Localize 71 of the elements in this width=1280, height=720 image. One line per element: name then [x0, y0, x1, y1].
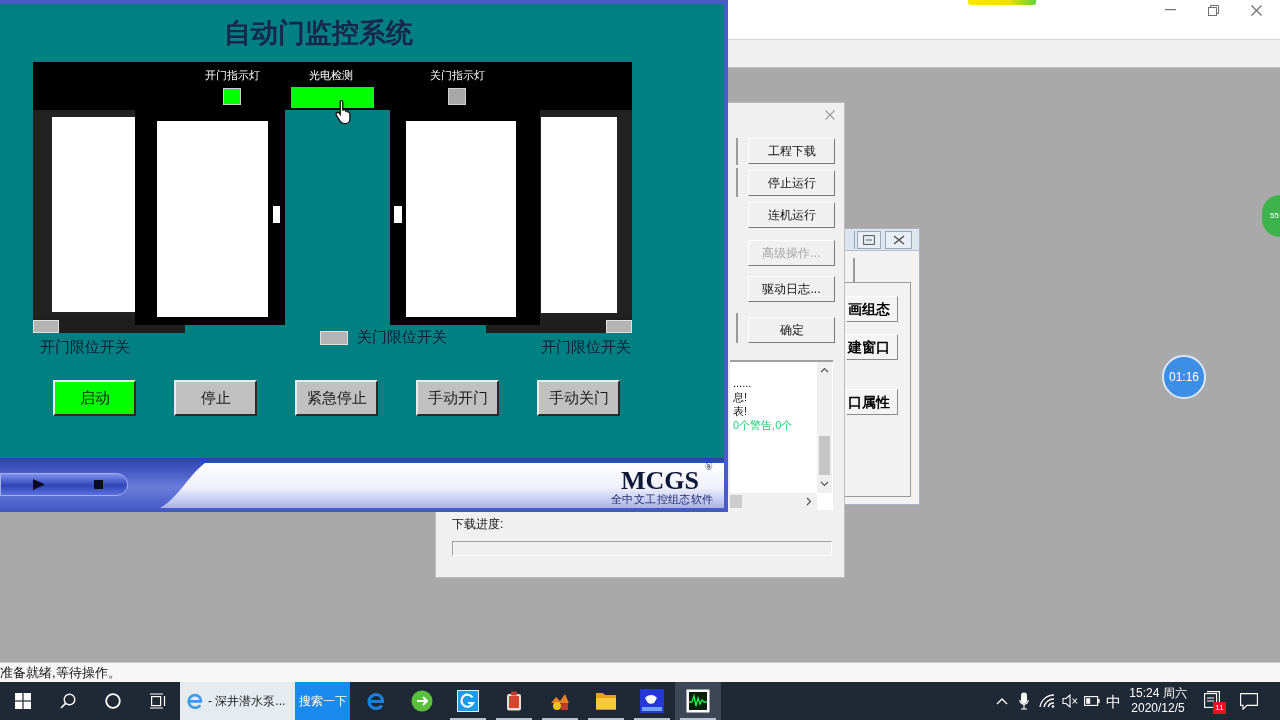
restore-icon[interactable]	[1208, 5, 1219, 16]
vertical-scrollbar[interactable]	[817, 362, 832, 493]
waveform-monitor-icon	[686, 689, 710, 713]
microphone-icon[interactable]	[1019, 692, 1029, 710]
driver-log-button[interactable]: 驱动日志...	[748, 276, 835, 302]
log-line: 0个警告,0个	[733, 418, 793, 432]
log-line: ......	[733, 376, 752, 390]
window-properties-button[interactable]: 口属性	[846, 389, 898, 415]
mouse-tile-icon	[640, 689, 664, 713]
search-button[interactable]: 搜索一下	[295, 682, 350, 720]
screen-title: 自动门监控系统	[224, 17, 413, 49]
connect-run-button[interactable]: 连机运行	[748, 202, 835, 228]
download-project-button[interactable]: 工程下载	[748, 138, 835, 164]
log-line: 息!	[733, 390, 748, 404]
manual-close-button[interactable]: 手动关门	[537, 380, 620, 416]
hand-cursor-icon	[335, 99, 353, 125]
play-icon[interactable]	[33, 479, 45, 490]
minimize-icon[interactable]	[1165, 9, 1176, 11]
folder-icon	[595, 692, 617, 710]
stop-run-button[interactable]: 停止运行	[748, 170, 835, 196]
input-method-indicator[interactable]: 中	[1105, 693, 1121, 709]
chevron-down-icon[interactable]	[820, 481, 829, 487]
ring-icon[interactable]	[104, 693, 121, 709]
chat-bubble-icon[interactable]	[1240, 692, 1258, 710]
limit-switch-label: 关门限位开关	[357, 328, 447, 346]
chevron-up-icon[interactable]	[820, 367, 829, 373]
manual-open-button[interactable]: 手动开门	[416, 380, 499, 416]
screen-config-button[interactable]: 画组态	[846, 296, 898, 322]
scrollbar-thumb[interactable]	[819, 436, 830, 475]
start-button[interactable]: 启动	[53, 380, 136, 416]
registered-mark: ®	[705, 461, 713, 472]
round-app-icon	[411, 690, 433, 712]
indicator-label: 光电检测	[308, 68, 354, 82]
swirl-tile-icon	[457, 690, 479, 712]
progress-label: 下载进度:	[452, 517, 504, 531]
e-logo-icon	[366, 691, 386, 711]
limit-switch-label: 开门限位开关	[541, 338, 631, 356]
wifi-icon[interactable]	[1039, 694, 1055, 708]
indicator-label: 开门指示灯	[203, 68, 261, 82]
speaker-muted-icon[interactable]	[1062, 694, 1078, 708]
ok-button[interactable]: 确定	[748, 317, 835, 343]
emergency-stop-button[interactable]: 紧急停止	[295, 380, 378, 416]
e-logo-icon	[186, 692, 204, 710]
windows-logo-icon[interactable]	[14, 693, 31, 709]
close-icon	[892, 235, 905, 245]
close-button[interactable]	[885, 231, 912, 249]
status-message: 准备就绪,等待操作。	[0, 663, 121, 682]
taskbar-window-button[interactable]: - 深井潜水泵...	[180, 682, 295, 720]
taskbar-button[interactable]	[675, 682, 721, 720]
indicator-label: 关门指示灯	[428, 68, 486, 82]
search-icon[interactable]	[59, 693, 76, 709]
chevron-right-icon[interactable]	[806, 497, 812, 506]
scrollbar-thumb[interactable]	[730, 495, 742, 508]
stop-button[interactable]: 停止	[174, 380, 257, 416]
restore-button[interactable]	[857, 231, 881, 249]
horizontal-scrollbar[interactable]	[730, 493, 817, 510]
limit-switch-label: 开门限位开关	[40, 338, 130, 356]
notification-badge: 11	[1213, 702, 1226, 714]
close-icon[interactable]	[1251, 5, 1262, 16]
restore-icon	[863, 235, 875, 245]
battery-icon[interactable]	[1084, 696, 1100, 706]
brand-tagline: 全中文工控组态软件	[611, 493, 714, 506]
brand-logo: MCGS	[621, 468, 699, 494]
new-window-button[interactable]: 建窗口	[846, 334, 898, 360]
box-app-icon	[506, 691, 522, 711]
task-view-icon[interactable]	[148, 693, 167, 709]
clock-time[interactable]: 15:24 周六	[1129, 686, 1187, 701]
clock-date[interactable]: 2020/12/5	[1131, 701, 1185, 716]
log-line: 表!	[733, 404, 748, 418]
door-handle	[394, 206, 402, 223]
door-handle	[273, 206, 280, 223]
